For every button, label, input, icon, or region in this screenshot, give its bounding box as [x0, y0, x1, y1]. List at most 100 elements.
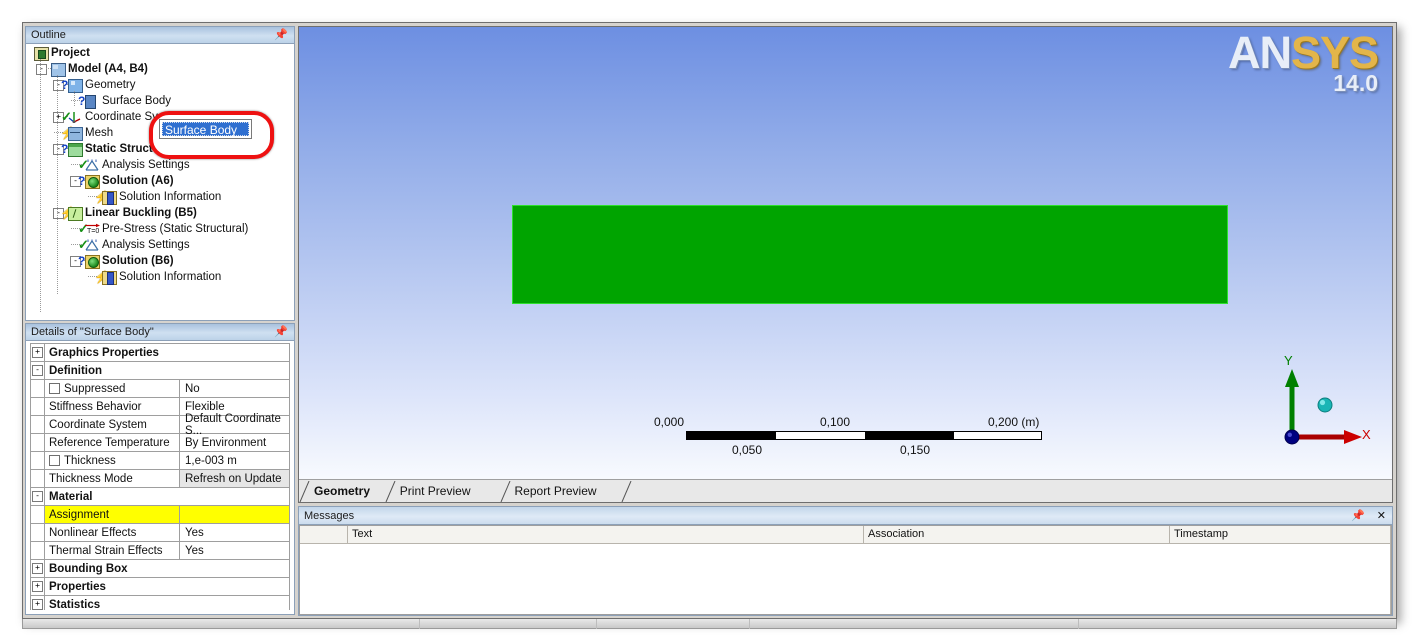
expand-toggle-icon[interactable]: + — [31, 560, 45, 577]
details-property-row[interactable]: Thickness Mode Refresh on Update — [31, 470, 289, 488]
details-category-row[interactable]: + Graphics Properties — [31, 344, 289, 362]
surface-body-icon — [85, 95, 96, 109]
messages-column-header[interactable]: Association — [864, 526, 1170, 544]
details-property-row[interactable]: Reference Temperature By Environment — [31, 434, 289, 452]
tree-item[interactable]: Project — [26, 45, 294, 61]
details-row-gutter — [31, 506, 45, 523]
details-property-row[interactable]: Thickness 1,e-003 m — [31, 452, 289, 470]
pin-icon[interactable]: 📌 — [274, 325, 288, 340]
details-property-value[interactable]: Default Coordinate S... — [180, 413, 289, 437]
messages-column-header[interactable]: Timestamp — [1170, 526, 1391, 544]
tree-guide-line — [57, 75, 58, 294]
details-category-row[interactable]: - Material — [31, 488, 289, 506]
toggle-box[interactable]: + — [32, 599, 43, 610]
tree-item[interactable]: ✓ T=0 Pre-Stress (Static Structural) — [26, 221, 294, 237]
tree-item[interactable]: ? Surface Body — [26, 93, 294, 109]
viewport-tab[interactable]: Geometry — [301, 481, 382, 502]
messages-column-header[interactable]: Text — [348, 526, 864, 544]
tree-item-label: Model (A4, B4) — [68, 63, 148, 75]
details-property-row[interactable]: Thermal Strain Effects Yes — [31, 542, 289, 560]
details-property-label: Thermal Strain Effects — [49, 544, 163, 557]
messages-column-header-label: Timestamp — [1174, 528, 1228, 540]
details-row-gutter — [31, 398, 45, 415]
details-property-value[interactable] — [180, 506, 289, 523]
viewport-tab-separator — [621, 480, 633, 503]
toggle-box[interactable]: - — [32, 365, 43, 376]
tree-item[interactable]: -⚡Linear Buckling (B5) — [26, 205, 294, 221]
viewport-tab-separator — [385, 480, 397, 503]
messages-column-header[interactable] — [300, 526, 348, 544]
collapse-toggle-icon[interactable]: - — [31, 362, 45, 379]
viewport-tabstrip[interactable]: Geometry Print Preview Report Preview — [299, 479, 1392, 503]
viewport-tab[interactable]: Report Preview — [502, 481, 609, 502]
checkbox[interactable] — [49, 455, 60, 466]
details-row-gutter — [31, 470, 45, 487]
scale-seg-1 — [687, 432, 776, 439]
details-property-value[interactable]: Yes — [180, 524, 289, 541]
scale-label-150: 0,150 — [900, 443, 931, 457]
details-property-row[interactable]: Coordinate System Default Coordinate S... — [31, 413, 289, 437]
outline-tree[interactable]: Project - Model (A4, B4) -? Geometry? Surface… — [26, 45, 294, 320]
rename-input-value[interactable]: Surface Body — [162, 122, 249, 137]
details-property-grid[interactable]: + Graphics Properties - Definition Suppresse… — [30, 343, 290, 610]
details-category-row[interactable]: - Definition — [31, 362, 289, 380]
tree-item[interactable]: ✓ Analysis Settings — [26, 157, 294, 173]
checkbox[interactable] — [49, 383, 60, 394]
tree-item-label: Analysis Settings — [102, 159, 190, 171]
details-row-gutter — [31, 416, 45, 433]
toggle-box[interactable]: + — [32, 563, 43, 574]
status-bar — [22, 619, 1397, 629]
details-category-row[interactable]: + Statistics — [31, 596, 289, 610]
axis-triad[interactable]: Y X — [1270, 353, 1371, 455]
outline-panel-title: Outline — [31, 29, 66, 41]
rename-input[interactable]: Surface Body — [159, 119, 252, 139]
messages-list[interactable] — [300, 544, 1391, 614]
tree-item[interactable]: ⚡Solution Information — [26, 189, 294, 205]
details-property-row[interactable]: Nonlinear Effects Yes — [31, 524, 289, 542]
solution-icon — [85, 175, 100, 189]
details-category-row[interactable]: + Bounding Box — [31, 560, 289, 578]
messages-panel: Messages 📌 ✕ Text Association Timestamp — [298, 506, 1393, 616]
expand-toggle-icon[interactable]: + — [31, 578, 45, 595]
expand-toggle-icon[interactable]: + — [31, 596, 45, 610]
details-property-label: Suppressed — [64, 382, 126, 395]
details-property-row[interactable]: Suppressed No — [31, 380, 289, 398]
pin-icon[interactable]: 📌 — [1351, 510, 1365, 522]
tree-item[interactable]: ⚡Solution Information — [26, 269, 294, 285]
messages-column-headers[interactable]: Text Association Timestamp — [300, 526, 1391, 544]
toggle-box[interactable]: + — [32, 347, 43, 358]
tree-item[interactable]: -? Geometry — [26, 77, 294, 93]
details-row-gutter — [31, 524, 45, 541]
details-category-row[interactable]: + Properties — [31, 578, 289, 596]
details-property-value[interactable]: Yes — [180, 542, 289, 559]
scale-label-0: 0,000 — [654, 415, 685, 429]
linear-buckling-icon — [68, 207, 83, 221]
status-bar-divider-1 — [419, 619, 420, 629]
toggle-box[interactable]: - — [32, 491, 43, 502]
tree-item[interactable]: ✓ Analysis Settings — [26, 237, 294, 253]
details-property-label: Thickness Mode — [49, 472, 133, 485]
analysis-settings-icon — [85, 159, 99, 171]
expand-toggle-icon[interactable]: + — [31, 344, 45, 361]
details-row-gutter — [31, 452, 45, 469]
tree-item[interactable]: -? Solution (A6) — [26, 173, 294, 189]
3d-viewport[interactable]: ANSYS 14.0 0,000 0,100 0,200 (m) 0,050 0… — [299, 27, 1392, 479]
details-property-value[interactable]: No — [180, 380, 289, 397]
outline-panel: Outline 📌 Project - Model (A4, B4) -? Geomet… — [25, 26, 295, 321]
tree-item[interactable]: - Model (A4, B4) — [26, 61, 294, 77]
project-icon — [34, 47, 49, 61]
viewport-tab[interactable]: Print Preview — [387, 481, 483, 502]
tree-item[interactable]: -? Solution (B6) — [26, 253, 294, 269]
toggle-box[interactable]: + — [32, 581, 43, 592]
close-icon[interactable]: ✕ — [1377, 510, 1386, 522]
collapse-toggle-icon[interactable]: - — [36, 64, 47, 75]
collapse-toggle-icon[interactable]: - — [31, 488, 45, 505]
surface-body-geometry[interactable] — [512, 205, 1228, 304]
details-property-value[interactable]: 1,e-003 m — [180, 452, 289, 469]
details-property-value[interactable]: Refresh on Update — [180, 470, 289, 487]
scale-label-200: 0,200 (m) — [988, 415, 1040, 429]
tree-item-label: Mesh — [85, 127, 114, 139]
pin-icon[interactable]: 📌 — [274, 28, 288, 43]
details-property-value[interactable]: By Environment — [180, 434, 289, 451]
details-property-row[interactable]: Assignment — [31, 506, 289, 524]
